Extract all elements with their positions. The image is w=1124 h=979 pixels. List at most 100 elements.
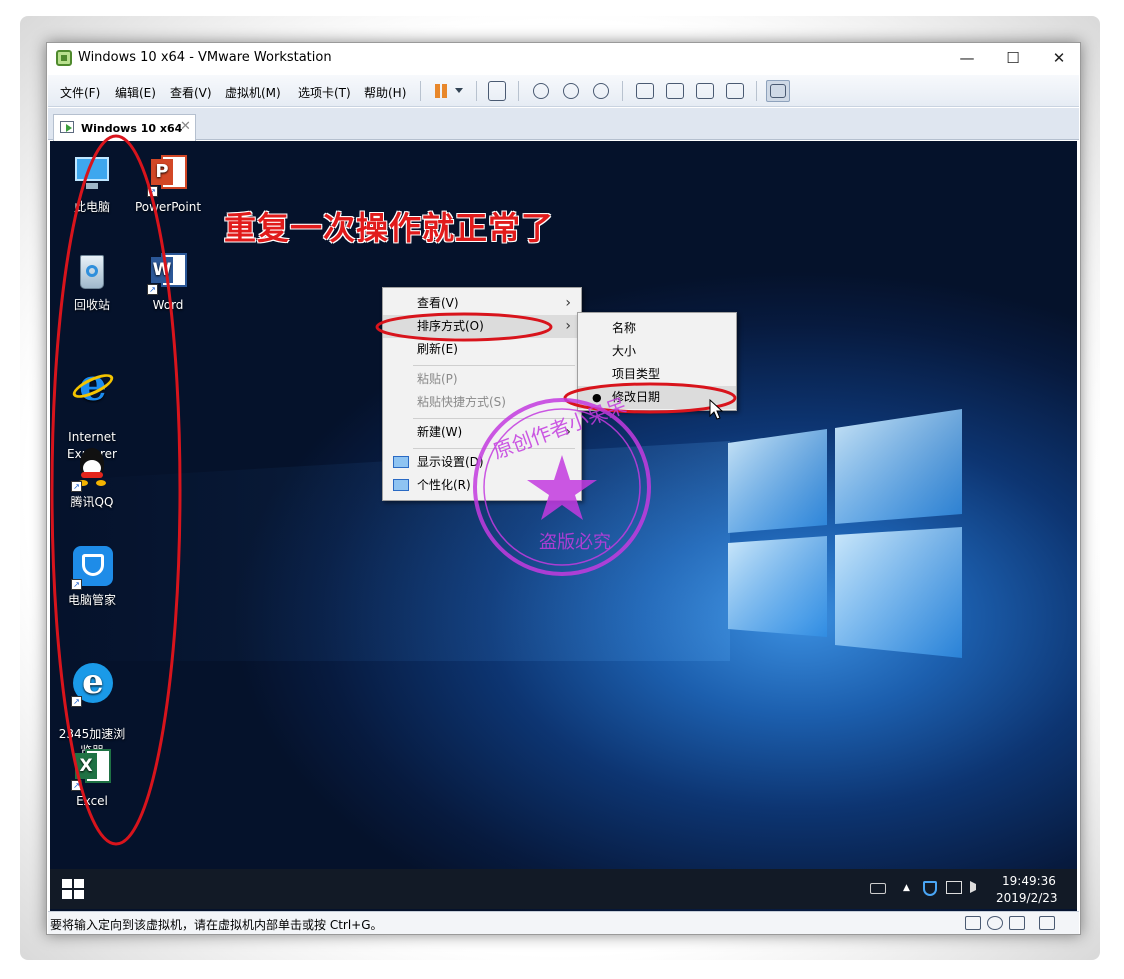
start-button[interactable] [62,879,86,901]
tab-close-icon[interactable]: ✕ [180,119,191,134]
desktop-icon-label: 腾讯QQ [70,495,114,509]
display-settings-icon [393,456,409,468]
desktop-icon-qq[interactable]: ↗ 腾讯QQ [54,446,130,511]
pause-icon[interactable] [432,81,454,101]
menu-item-label: 排序方式(O) [417,319,484,333]
menu-item-refresh[interactable]: 刷新(E) [383,338,581,361]
console-view-button[interactable] [766,80,790,102]
sort-by-date-modified[interactable]: ● 修改日期 [578,386,736,409]
minimize-button[interactable]: — [944,43,990,73]
desktop-icon-word[interactable]: W ↗ Word [130,249,206,314]
status-message: 要将输入定向到该虚拟机，请在虚拟机内部单击或按 Ctrl+G。 [50,918,383,932]
menu-view[interactable]: 查看(V) [170,84,212,101]
menu-item-personalize[interactable]: 个性化(R) [383,474,581,497]
menu-item-label: 项目类型 [612,367,661,381]
menu-item-label: 大小 [612,344,637,358]
excel-icon: X ↗ [69,745,115,791]
windows-logo-icon [62,890,72,899]
unity-icon[interactable] [726,83,744,99]
taskbar-clock-time[interactable]: 19:49:36 [1002,874,1056,888]
desktop-icon-pc-manager[interactable]: ↗ 电脑管家 [54,544,130,609]
tab-windows10-x64[interactable]: Windows 10 x64 ✕ [53,114,196,141]
power-dropdown-icon[interactable] [455,88,463,93]
pc-manager-tray-icon[interactable] [923,881,937,896]
menu-file[interactable]: 文件(F) [60,84,100,101]
shortcut-arrow-icon: ↗ [71,481,82,492]
pc-manager-icon: ↗ [69,544,115,590]
menu-edit[interactable]: 编辑(E) [115,84,156,101]
tab-strip: Windows 10 x64 ✕ [48,108,1079,141]
windows-logo-icon [62,879,72,888]
menu-separator [413,418,575,419]
toolbar-separator [420,81,421,101]
toolbar-separator [476,81,477,101]
menu-item-label: 显示设置(D) [417,455,484,469]
toolbar-separator [756,81,757,101]
revert-snapshot-icon[interactable] [563,83,579,99]
thumbnail-view-icon[interactable] [666,83,684,99]
show-hidden-icons-icon[interactable]: ▲ [903,883,910,893]
guest-taskbar: ▲ 19:49:36 2019/2/23 [50,869,1077,909]
menu-item-label: 修改日期 [612,390,661,404]
keyboard-icon[interactable] [870,883,886,894]
menu-vm[interactable]: 虚拟机(M) [225,84,281,101]
2345-browser-icon: e ↗ [69,661,115,707]
submenu-arrow-icon: › [565,295,571,311]
desktop-icon-this-pc[interactable]: 此电脑 [54,151,130,216]
windows-logo-icon [74,879,84,888]
desktop-icon-excel[interactable]: X ↗ Excel [54,745,130,810]
menu-item-sort-by[interactable]: 排序方式(O) › [383,315,581,338]
tab-label: Windows 10 x64 [81,122,183,135]
library-view-icon[interactable] [636,83,654,99]
cd-dvd-icon[interactable] [987,916,1003,930]
desktop-icon-recycle-bin[interactable]: 回收站 [54,249,130,314]
close-button[interactable]: ✕ [1036,43,1082,73]
network-disconnected-icon[interactable] [946,881,962,894]
guest-desktop[interactable]: 此电脑 P ↗ PowerPoint 回收站 W ↗ Word e Intern… [50,141,1077,911]
taskbar-clock-date[interactable]: 2019/2/23 [996,891,1058,905]
desktop-icon-label: Excel [76,794,108,808]
window-title: Windows 10 x64 - VMware Workstation [78,50,332,65]
menu-help[interactable]: 帮助(H) [364,84,406,101]
network-adapter-icon[interactable] [1009,916,1025,930]
tutorial-headline: 重复一次操作就正常了 [224,209,555,247]
maximize-button[interactable]: ☐ [990,43,1036,73]
menu-item-new[interactable]: 新建(W) › [383,421,581,444]
vmware-app-icon [56,50,72,66]
recycle-bin-icon [69,249,115,295]
message-log-icon[interactable] [1039,916,1055,930]
menu-item-display-settings[interactable]: 显示设置(D) [383,451,581,474]
shortcut-arrow-icon: ↗ [71,579,82,590]
menu-item-view[interactable]: 查看(V) › [383,292,581,315]
snapshot-icon[interactable] [533,83,549,99]
desktop-icon-label: PowerPoint [134,200,202,214]
sort-by-size[interactable]: 大小 [578,340,736,363]
desktop-icon-powerpoint[interactable]: P ↗ PowerPoint [130,151,206,216]
menu-item-paste: 粘贴(P) [383,368,581,391]
desktop-icon-label: 回收站 [73,298,110,312]
desktop-icon-label: 此电脑 [73,200,110,214]
send-ctrl-alt-del-icon[interactable] [488,81,506,101]
desktop-icon-label: 电脑管家 [67,593,116,607]
volume-muted-icon[interactable] [970,881,984,893]
shortcut-arrow-icon: ↗ [147,284,158,295]
desktop-context-menu: 查看(V) › 排序方式(O) › 刷新(E) 粘贴(P) 粘贴快捷方式(S) … [382,287,582,501]
menu-item-label: 粘贴(P) [417,372,458,386]
shortcut-arrow-icon: ↗ [71,780,82,791]
windows-logo-icon [74,890,84,899]
word-icon: W ↗ [145,249,191,295]
menu-item-label: 刷新(E) [417,342,458,356]
menu-separator [413,448,575,449]
snapshot-manager-icon[interactable] [593,83,609,99]
full-screen-icon[interactable] [696,83,714,99]
menu-item-label: 名称 [612,321,637,335]
hard-disk-icon[interactable] [965,916,981,930]
menu-item-label: 新建(W) [417,425,463,439]
title-bar[interactable]: Windows 10 x64 - VMware Workstation — ☐ … [47,43,1080,73]
menu-toolbar: 文件(F) 编辑(E) 查看(V) 虚拟机(M) 选项卡(T) 帮助(H) [48,75,1079,107]
status-bar: 要将输入定向到该虚拟机，请在虚拟机内部单击或按 Ctrl+G。 [48,911,1079,934]
menu-item-label: 粘贴快捷方式(S) [417,395,506,409]
sort-by-name[interactable]: 名称 [578,317,736,340]
menu-tabs[interactable]: 选项卡(T) [298,84,351,101]
sort-by-item-type[interactable]: 项目类型 [578,363,736,386]
